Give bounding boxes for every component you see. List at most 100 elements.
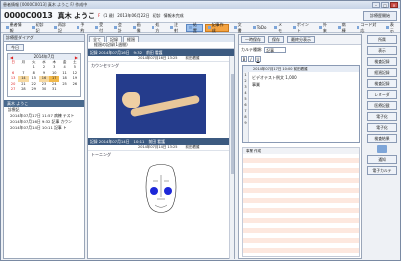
toolbar-button[interactable]: 注射 (167, 22, 184, 33)
show-recent-button[interactable]: 最終分表示 (287, 36, 315, 43)
toolbar-icon (356, 26, 360, 29)
category-select[interactable]: 記事 (264, 47, 287, 53)
toolbar-button[interactable]: 記事作成 (205, 21, 229, 33)
toolbar-label: ポイント (296, 21, 309, 33)
toolbar-icon (386, 26, 389, 29)
toolbar-button[interactable]: 会計 (111, 21, 128, 33)
calendar-day[interactable]: 27 (8, 87, 18, 92)
patient-id: 0000C0013 (4, 11, 53, 20)
toolbar-icon (76, 26, 80, 29)
category-row: カルテ種類: 記事 (239, 45, 361, 55)
toolbar-label: 病棟 (341, 21, 346, 33)
record-tabs: 全て 記録 経過 (88, 35, 234, 42)
calendar-day (59, 87, 69, 92)
toolbar-label: 表示 (389, 21, 394, 33)
window-title: 患者情報 [0000C0013] 真木 ようこ F/ 作成中 (3, 2, 88, 7)
toolbar-button[interactable]: 再診記 (51, 21, 71, 33)
temp-save-button[interactable]: 一時保存 (241, 36, 265, 43)
editor-line-label: 事業 (252, 82, 260, 87)
record-tree: 真木 ようこ 診療記 2014年07月17日 11:57 病棟 テスト 2014… (4, 100, 84, 131)
entry-header: 記録 2014年07月16日 9:32 前田 看護 (88, 49, 234, 56)
maximize-button[interactable]: □ (381, 2, 389, 8)
toolbar-button[interactable]: コード対応 (354, 21, 382, 33)
calendar-day[interactable]: 30 (39, 87, 49, 92)
minimize-button[interactable]: – (372, 2, 380, 8)
toolbar-icon (208, 26, 211, 29)
toolbar-button[interactable]: 病棟 (335, 21, 352, 33)
save-button[interactable]: 保存 (268, 36, 284, 43)
side-button[interactable]: 検査記録 (367, 57, 397, 66)
toolbar-button[interactable]: ポイント (290, 21, 314, 33)
entry-title: トーニング (91, 152, 111, 157)
calendar-day[interactable]: 31 (49, 87, 59, 92)
toolbar-button[interactable]: メモ (271, 21, 288, 33)
toolbar-button[interactable]: 受付 (92, 21, 109, 33)
toolbar-icon (95, 26, 99, 29)
toolbar-icon (319, 26, 322, 29)
toolbar-button[interactable]: 処方 (149, 22, 166, 33)
italic-button[interactable]: I (248, 56, 254, 62)
calendar-grid: 日月火水木金土 1 2 3 4 5 6 7 8 9 10 11 12 13 14 15 16 17 18 19 20 21… (8, 60, 80, 92)
side-button[interactable]: 医療記載 (367, 101, 397, 110)
editor-panel: 一時保存 保存 最終分表示 カルテ種類: 記事 B I U 2014年07月17… (238, 34, 362, 259)
underline-button[interactable]: U (255, 56, 261, 62)
toolbar-label: コード対応 (360, 21, 377, 33)
side-button[interactable]: 電子化 (367, 123, 397, 132)
editor-toolbar: 一時保存 保存 最終分表示 (239, 35, 361, 45)
side-button[interactable]: レミーダ (367, 90, 397, 99)
left-panel: 診療歴ダイアグ 今日 ◀ 2014年7月 ▶ 日月火水木金土1234567891… (3, 34, 85, 259)
toolbar-icon (170, 26, 174, 29)
notes-area[interactable]: 事業 作成 (242, 147, 360, 257)
category-label: カルテ種類: (241, 47, 263, 52)
side-button[interactable]: 電子カルテ (367, 166, 397, 175)
patient-sex: F (98, 13, 101, 18)
bold-button[interactable]: B (241, 56, 247, 62)
start-history-button[interactable]: 診療歴開始 (363, 11, 397, 21)
toolbar-label: 受付 (99, 21, 104, 33)
toolbar-button[interactable]: 患者情報 (3, 22, 27, 33)
arm-photo[interactable] (116, 74, 206, 134)
side-button[interactable]: 所属 (367, 35, 397, 44)
toolbar-button[interactable]: ToDo (250, 24, 270, 32)
prev-month-icon[interactable]: ◀ (10, 55, 13, 60)
side-button[interactable]: 通知 (367, 155, 397, 164)
toolbar-icon (189, 26, 192, 29)
toolbar-label: 再診記 (57, 21, 66, 33)
entry-subauthor: 前田看護 (185, 56, 200, 60)
calendar-day[interactable]: 28 (18, 87, 28, 92)
toolbar-label: 記事作成 (211, 21, 224, 33)
toolbar-label: 画像 (136, 21, 141, 33)
scroll-thumb[interactable] (231, 74, 234, 174)
toolbar-label: 会計 (117, 21, 122, 33)
calendar-day[interactable]: 29 (29, 87, 39, 92)
toolbar-icon (132, 26, 136, 29)
toolbar-button[interactable]: 画像 (130, 21, 147, 33)
face-diagram[interactable] (131, 161, 191, 225)
toolbar-icon (114, 26, 117, 29)
side-button[interactable]: 検査記録 (367, 79, 397, 88)
toolbar-label: メモ (278, 21, 283, 33)
close-button[interactable]: × (390, 2, 398, 8)
patient-extra: 情報未完成 (163, 12, 184, 18)
record-filter[interactable]: 経過の記録(1週間) (88, 42, 234, 49)
toolbar-button[interactable]: 表示 (383, 21, 400, 33)
toolbar-button[interactable]: 初診記 (29, 22, 49, 33)
text-editor[interactable]: 2014年07月17日 10:00 前田看護 123456789 ビデオテスト例… (242, 65, 360, 143)
patient-name: 真木 ようこ (57, 11, 96, 20)
side-button[interactable]: 表示 (367, 46, 397, 55)
today-button[interactable]: 今日 (6, 44, 24, 51)
entry-date: 記録 2014年07月14日 (90, 138, 130, 144)
side-button[interactable]: 経過記録 (367, 68, 397, 77)
side-button[interactable]: 検査結果 (367, 134, 397, 143)
toolbar-button[interactable]: 処置 (186, 22, 204, 33)
document-icon[interactable] (377, 145, 387, 153)
toolbar-button[interactable]: 外来 (316, 22, 333, 33)
tree-item[interactable]: 2014年07月14日 10:11 記事 ト (4, 125, 84, 131)
toolbar-button[interactable]: 文書 (231, 22, 248, 33)
toolbar-icon (31, 26, 35, 29)
toolbar-button[interactable]: 予約 (74, 22, 91, 33)
next-month-icon[interactable]: ▶ (75, 55, 78, 60)
entry-header: 記録 2014年07月14日 10:11 前田 看護 (88, 138, 234, 145)
side-button[interactable]: 電子化 (367, 112, 397, 121)
record-scrollbar[interactable] (229, 56, 234, 259)
